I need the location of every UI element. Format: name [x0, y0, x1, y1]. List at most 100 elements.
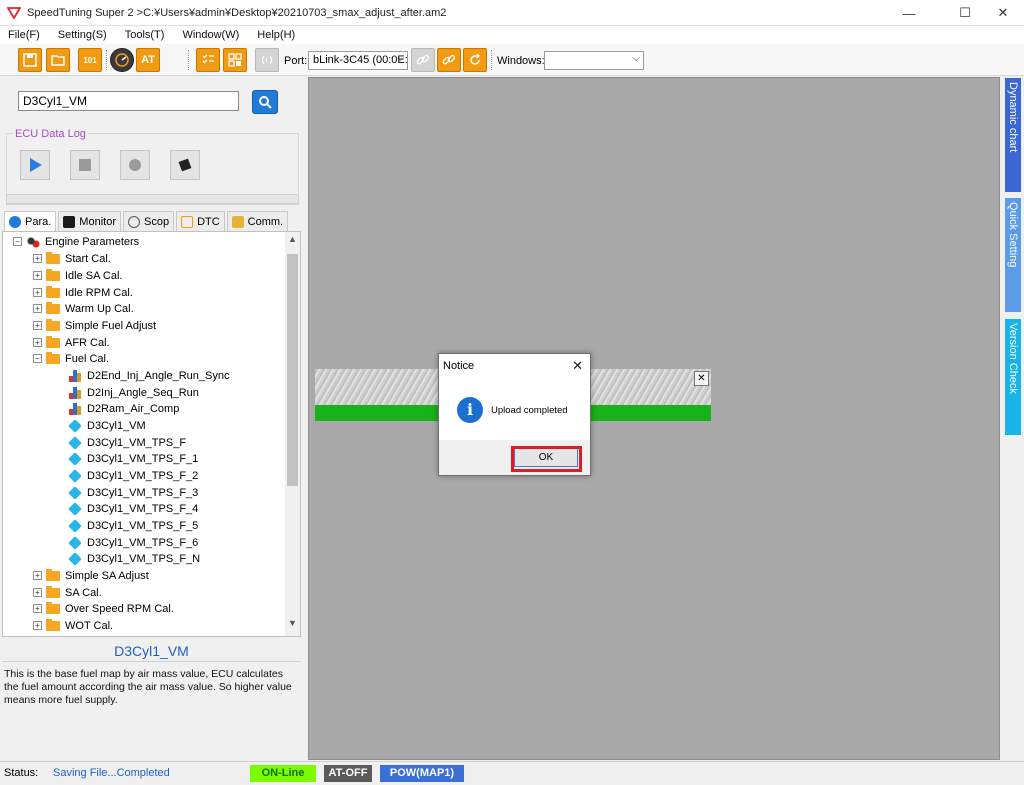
open-button[interactable] — [46, 48, 70, 72]
map-grid-button[interactable] — [223, 48, 247, 72]
tree-item-map[interactable]: D3Cyl1_VM_TPS_F_5 — [68, 517, 198, 534]
wireless-button[interactable] — [255, 48, 279, 72]
expand-icon: + — [33, 271, 42, 280]
disconnect-button[interactable] — [411, 48, 435, 72]
cube-map-icon — [68, 468, 82, 483]
ok-button[interactable]: OK — [514, 448, 578, 467]
scrollbar-thumb[interactable] — [287, 254, 298, 486]
menu-tools[interactable]: Tools(T) — [125, 29, 165, 41]
scroll-up-icon[interactable]: ▲ — [285, 234, 300, 250]
tab-comm-label: Comm. — [247, 215, 284, 228]
tree-folder[interactable]: + SA Cal. — [33, 584, 102, 601]
tree-folder[interactable]: + Simple SA Adjust — [33, 567, 149, 584]
status-label: Status: — [4, 767, 39, 779]
tab-para[interactable]: Para. — [4, 211, 57, 232]
tree-folder[interactable]: + WOT Cal. — [33, 617, 113, 634]
side-tab-version-check[interactable]: Version Check — [1005, 319, 1021, 435]
tree-folder-fuel-cal[interactable]: − Fuel Cal. — [33, 350, 109, 367]
log-ecu-chip-button[interactable] — [170, 150, 200, 180]
tree-item-map[interactable]: D3Cyl1_VM_TPS_F — [68, 434, 187, 451]
tree-folder[interactable]: + Idle RPM Cal. — [33, 284, 133, 301]
save-icon — [23, 53, 37, 67]
cube-map-icon — [68, 451, 82, 466]
log-play-button[interactable] — [20, 150, 50, 180]
tree-item-label: D3Cyl1_VM_TPS_F_3 — [87, 486, 199, 499]
log-stop-button[interactable] — [70, 150, 100, 180]
expand-icon: + — [33, 254, 42, 263]
chevron-down-icon: ⌵ — [396, 53, 404, 64]
tree-item-map[interactable]: D3Cyl1_VM_TPS_F_6 — [68, 534, 198, 551]
tree-folder-label: Over Speed RPM Cal. — [65, 602, 174, 615]
tree-item-map[interactable]: D3Cyl1_VM_TPS_F_3 — [68, 484, 199, 501]
close-window-button[interactable]: ✕ — [980, 0, 1024, 26]
tree-item-map[interactable]: D3Cyl1_VM — [68, 417, 146, 434]
tab-scop[interactable]: Scop — [122, 211, 175, 231]
tab-monitor-label: Monitor — [79, 215, 116, 228]
parameter-tree[interactable]: − Engine Parameters + Start Cal. + Idle SA… — [2, 231, 301, 637]
search-input[interactable]: D3Cyl1_VM — [18, 91, 239, 111]
parameter-description: This is the base fuel map by air mass va… — [4, 668, 292, 706]
tree-folder[interactable]: + Warm Up Cal. — [33, 300, 134, 317]
tree-item-chart[interactable]: D2Inj_Angle_Seq_Run — [69, 384, 199, 401]
menu-setting[interactable]: Setting(S) — [58, 29, 107, 41]
tree-folder-label: Warm Up Cal. — [65, 302, 134, 315]
collapse-icon: − — [13, 237, 22, 246]
side-tab-dynamic-chart[interactable]: Dynamic chart — [1005, 78, 1021, 192]
cube-map-icon — [68, 551, 82, 566]
at-button[interactable]: AT — [136, 48, 160, 72]
connect-button[interactable] — [437, 48, 461, 72]
tree-item-map[interactable]: D3Cyl1_VM_TPS_F_2 — [68, 467, 198, 484]
tree-item-chart[interactable]: D2End_Inj_Angle_Run_Sync — [69, 367, 230, 384]
menu-help[interactable]: Help(H) — [257, 29, 295, 41]
tab-dtc[interactable]: DTC — [176, 211, 225, 231]
tab-comm[interactable]: Comm. — [226, 211, 289, 231]
minimize-button[interactable]: — — [886, 0, 932, 26]
menu-bar: File(F) Setting(S) Tools(T) Window(W) He… — [0, 26, 1024, 44]
tree-folder[interactable]: + AFR Cal. — [33, 334, 110, 351]
search-button[interactable] — [252, 90, 278, 114]
stop-icon — [79, 159, 91, 171]
menu-file[interactable]: File(F) — [8, 29, 40, 41]
folder-icon — [46, 568, 60, 581]
tree-item-chart[interactable]: D2Ram_Air_Comp — [69, 400, 179, 417]
toolbar-separator — [106, 50, 107, 70]
record-icon — [129, 159, 141, 171]
tree-scrollbar[interactable]: ▲ ▼ — [285, 232, 300, 636]
save-button[interactable] — [18, 48, 42, 72]
ecu-chip-icon — [178, 158, 192, 172]
tree-item-map[interactable]: D3Cyl1_VM_TPS_F_N — [68, 550, 200, 567]
tree-folder-label: Idle RPM Cal. — [65, 286, 133, 299]
checklist-button[interactable] — [196, 48, 220, 72]
windows-select[interactable]: ⌵ — [544, 51, 644, 70]
status-text: Saving File...Completed — [53, 767, 170, 779]
folder-icon — [46, 301, 60, 314]
port-select[interactable]: bLink-3C45 (00:0E: ⌵ — [308, 51, 408, 70]
menu-window[interactable]: Window(W) — [182, 29, 239, 41]
tab-monitor[interactable]: Monitor — [58, 211, 121, 231]
dialog-title: Notice — [443, 360, 475, 372]
tree-item-label: D3Cyl1_VM_TPS_F — [87, 436, 187, 449]
hex-view-button[interactable]: 101 — [78, 48, 102, 72]
at-icon: AT — [141, 54, 155, 66]
dialog-close-button[interactable]: ✕ — [572, 358, 583, 374]
gauge-button[interactable] — [110, 48, 134, 72]
toolbar-separator — [491, 50, 492, 70]
tree-item-map[interactable]: D3Cyl1_VM_TPS_F_1 — [68, 450, 199, 467]
banner-close-button[interactable]: ✕ — [694, 371, 709, 386]
scroll-down-icon[interactable]: ▼ — [285, 618, 300, 634]
folder-open-icon — [51, 55, 65, 66]
tree-item-map[interactable]: D3Cyl1_VM_TPS_F_4 — [68, 500, 198, 517]
tree-folder[interactable]: + Start Cal. — [33, 250, 111, 267]
link-connect-icon — [442, 54, 456, 65]
bar-chart-icon — [69, 369, 81, 382]
refresh-button[interactable] — [463, 48, 487, 72]
log-record-button[interactable] — [120, 150, 150, 180]
tree-folder[interactable]: + Over Speed RPM Cal. — [33, 600, 174, 617]
tree-item-label: D3Cyl1_VM_TPS_F_1 — [87, 452, 199, 465]
tree-root[interactable]: − Engine Parameters — [13, 233, 139, 250]
side-tab-quick-setting[interactable]: Quick Setting — [1005, 198, 1021, 312]
folder-icon — [46, 585, 60, 598]
tree-folder[interactable]: + Simple Fuel Adjust — [33, 317, 156, 334]
tree-folder[interactable]: + Idle SA Cal. — [33, 267, 122, 284]
panel-tabs: Para. Monitor Scop DTC Comm. — [4, 211, 300, 232]
